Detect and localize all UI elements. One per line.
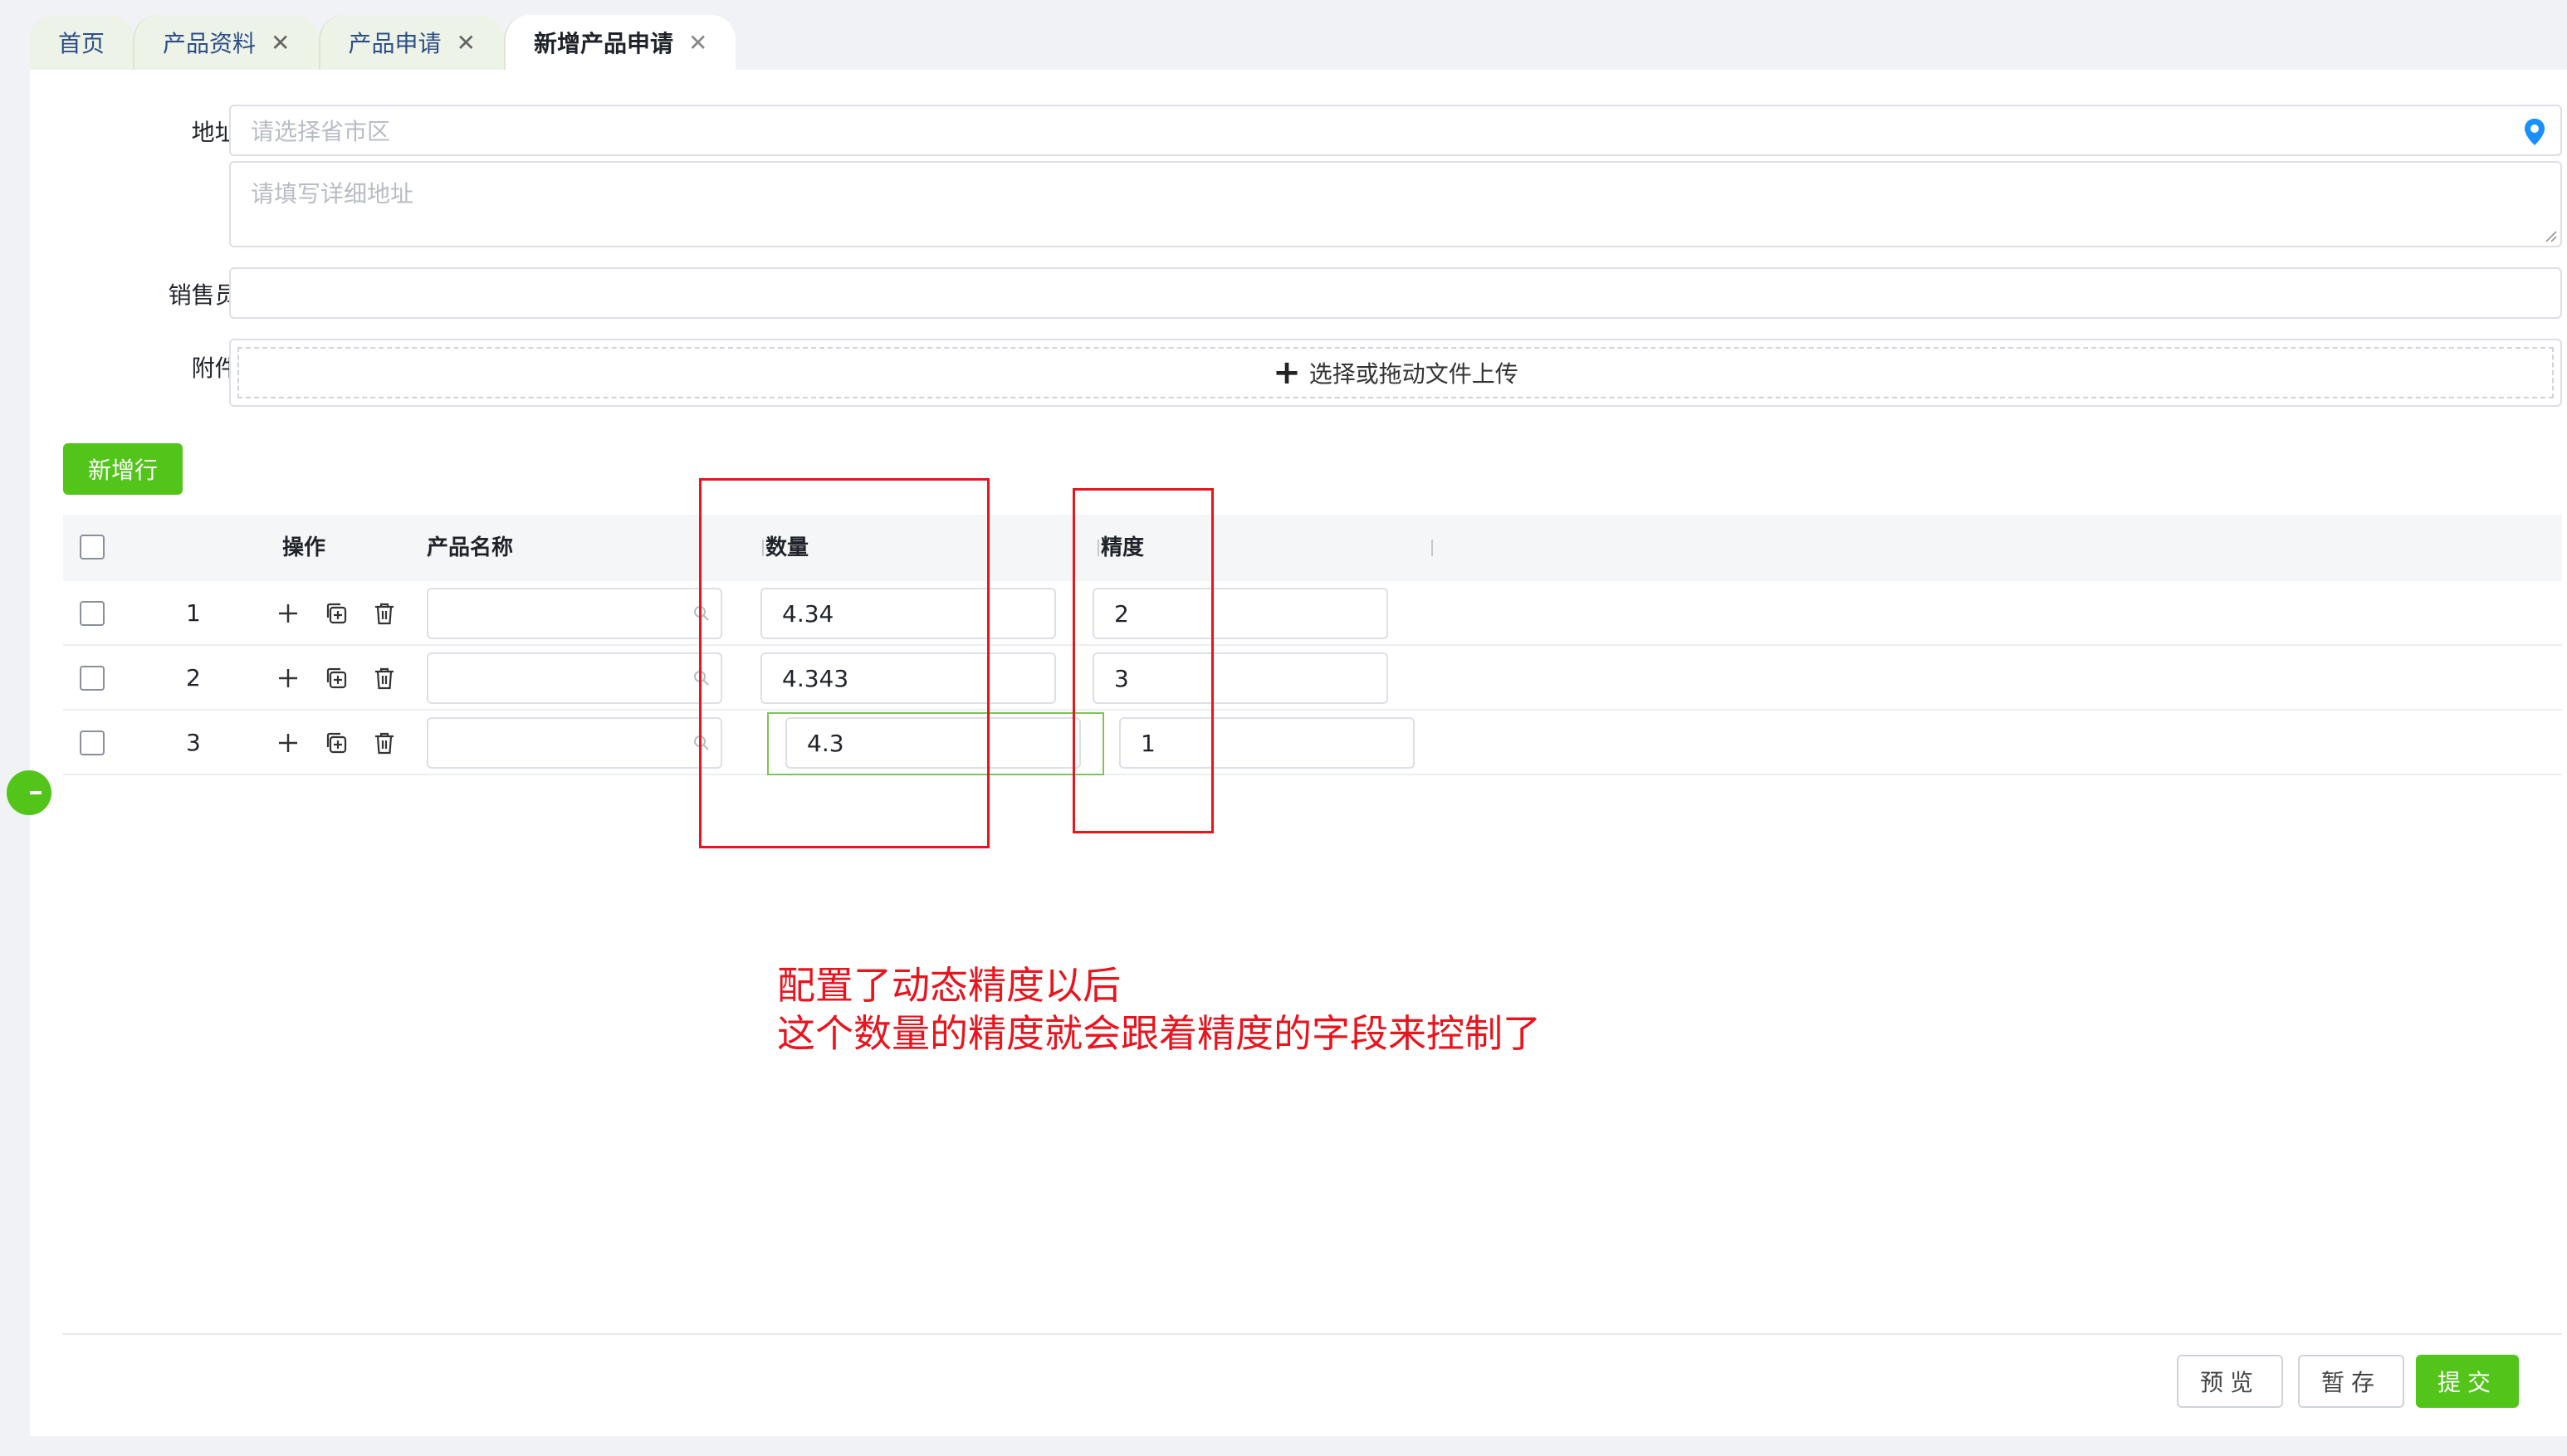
table-row: 3 4.3 1 (63, 711, 2562, 775)
tab-bar: 首页 产品资料 ✕ 产品申请 ✕ 新增产品申请 ✕ (30, 15, 2567, 70)
submit-button[interactable]: 提交 (2416, 1355, 2519, 1408)
collapse-handle-icon[interactable] (7, 770, 51, 815)
address-label: 地址: (191, 119, 246, 146)
address-detail-placeholder: 请填写详细地址 (251, 180, 414, 208)
close-icon[interactable]: ✕ (688, 29, 707, 56)
row-checkbox[interactable] (80, 666, 105, 691)
tab-label: 产品申请 (348, 30, 442, 57)
column-resizer[interactable] (1431, 540, 1433, 556)
delete-icon[interactable] (372, 730, 397, 755)
row-index: 3 (186, 729, 201, 756)
annotation-line-1: 配置了动态精度以后 (777, 963, 1121, 1008)
footer-divider (63, 1333, 2562, 1335)
address-detail-textarea[interactable]: 请填写详细地址 (229, 161, 2562, 247)
tab-label: 首页 (58, 30, 105, 57)
copy-icon[interactable] (324, 601, 349, 626)
main-panel: 地址: 请选择省市区 请填写详细地址 销售员: 附件: + 选择或拖动文件上传 … (7, 70, 2567, 1436)
annotation-text: 配置了动态精度以后 这个数量的精度就会跟着精度的字段来控制了 (777, 961, 1541, 1058)
annotation-line-2: 这个数量的精度就会跟着精度的字段来控制了 (777, 1011, 1541, 1056)
select-all-checkbox[interactable] (80, 535, 105, 559)
upload-dropzone[interactable]: + 选择或拖动文件上传 (237, 347, 2554, 398)
row-checkbox[interactable] (80, 601, 105, 626)
tab-label: 产品资料 (163, 30, 257, 57)
tab-new-product-application[interactable]: 新增产品申请 ✕ (503, 15, 736, 70)
close-icon[interactable]: ✕ (271, 29, 290, 56)
delete-icon[interactable] (372, 666, 397, 691)
save-draft-button[interactable]: 暂存 (2298, 1355, 2404, 1408)
attachment-upload-area[interactable]: + 选择或拖动文件上传 (229, 339, 2562, 407)
quantity-highlight-box (699, 478, 990, 848)
copy-icon[interactable] (324, 730, 349, 755)
product-name-input[interactable] (427, 717, 722, 769)
salesperson-field[interactable] (229, 267, 2562, 319)
tab-product-info[interactable]: 产品资料 ✕ (133, 15, 319, 70)
address-region-placeholder: 请选择省市区 (251, 118, 391, 145)
table-row: 1 4.34 2 (63, 581, 2562, 646)
table-row: 2 4.343 3 (63, 646, 2562, 711)
precision-highlight-box (1073, 488, 1214, 833)
row-checkbox[interactable] (80, 730, 105, 755)
delete-icon[interactable] (372, 601, 397, 626)
table-header: 操作 产品名称 数量 精度 (63, 515, 2562, 581)
plus-icon: + (1273, 354, 1301, 392)
header-product-name: 产品名称 (427, 535, 514, 560)
add-icon[interactable] (276, 666, 301, 691)
attachment-label: 附件: (191, 354, 246, 382)
location-pin-icon (2525, 119, 2545, 145)
tab-product-application[interactable]: 产品申请 ✕ (318, 15, 504, 70)
header-operation: 操作 (282, 535, 326, 560)
row-index: 2 (186, 664, 201, 691)
add-icon[interactable] (276, 730, 301, 755)
address-region-select[interactable]: 请选择省市区 (229, 105, 2562, 156)
preview-button[interactable]: 预览 (2177, 1355, 2283, 1408)
close-icon[interactable]: ✕ (457, 29, 476, 56)
salesperson-label: 销售员: (168, 281, 246, 309)
resize-handle-icon[interactable] (2544, 229, 2557, 242)
copy-icon[interactable] (324, 666, 349, 691)
row-index: 1 (186, 599, 201, 627)
product-name-input[interactable] (427, 588, 722, 639)
tab-home[interactable]: 首页 (30, 15, 134, 70)
upload-text: 选择或拖动文件上传 (1308, 360, 1518, 388)
add-row-button[interactable]: 新增行 (63, 443, 183, 495)
tab-label: 新增产品申请 (533, 30, 673, 57)
add-icon[interactable] (276, 601, 301, 626)
product-name-input[interactable] (427, 652, 722, 704)
